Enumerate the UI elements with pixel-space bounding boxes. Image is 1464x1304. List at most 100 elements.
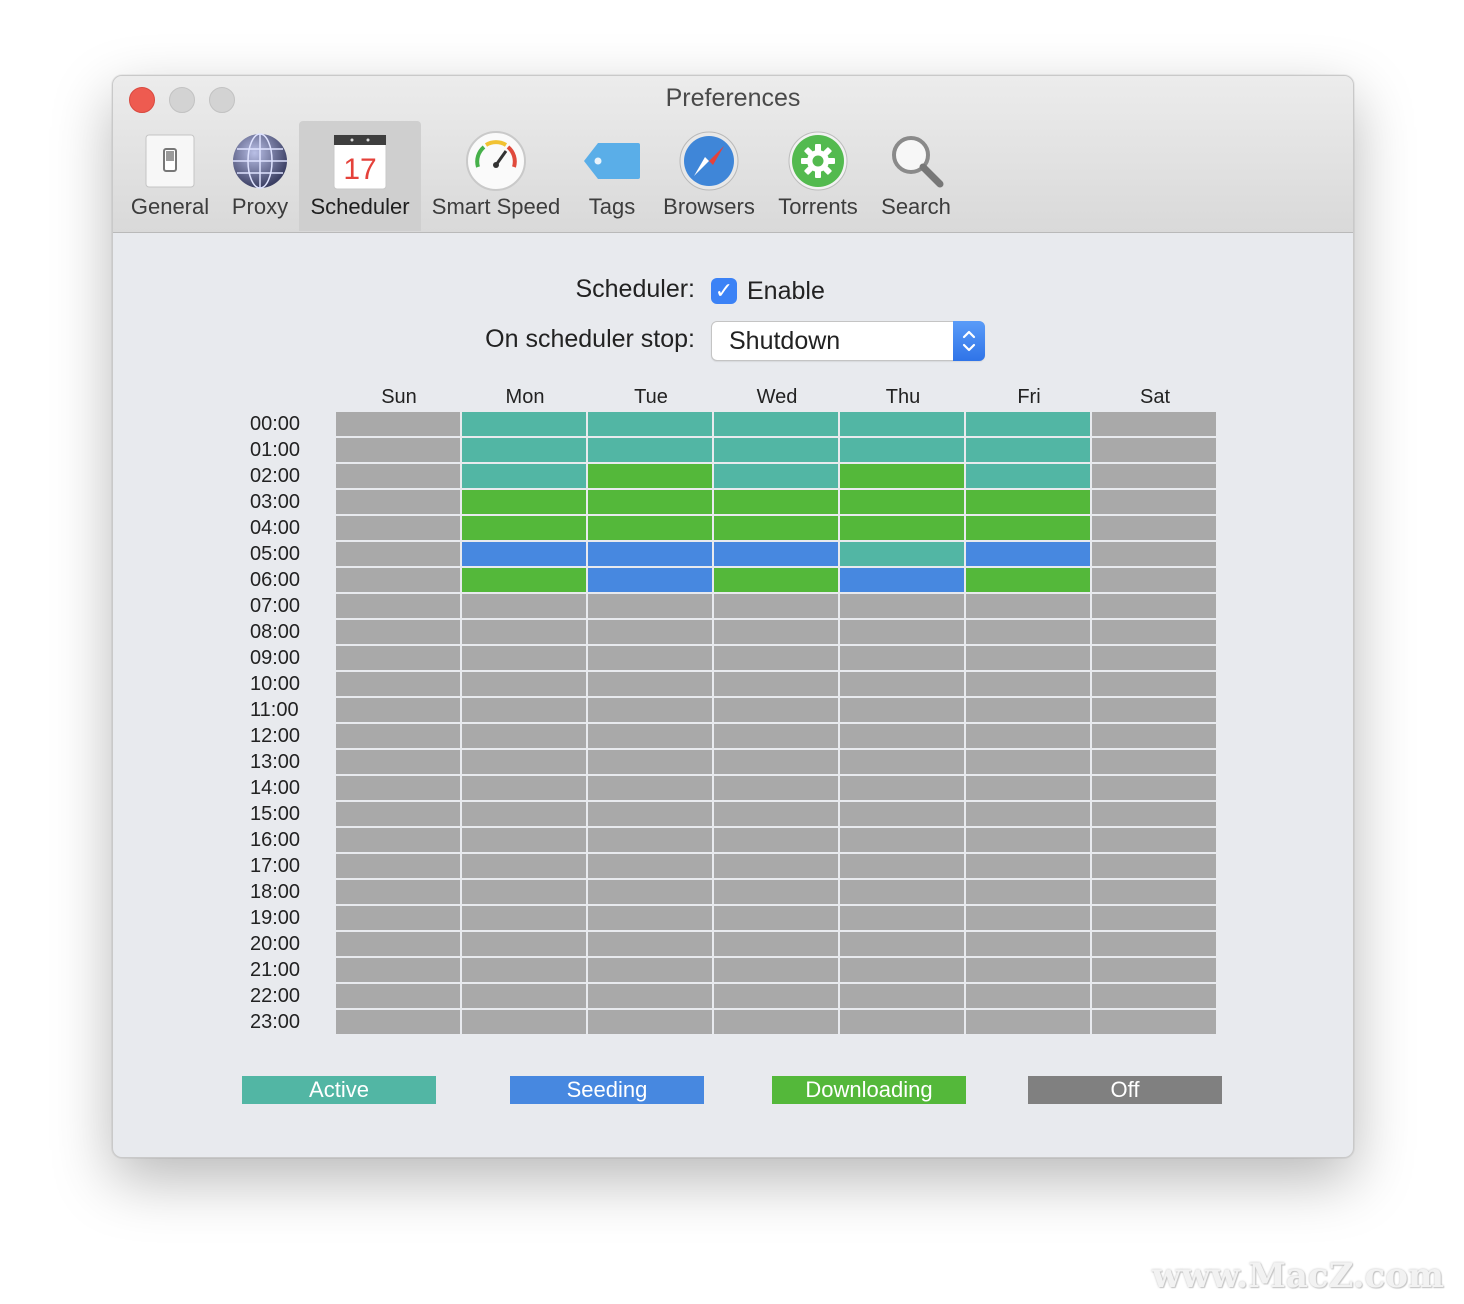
schedule-cell[interactable]: [588, 620, 712, 644]
schedule-cell[interactable]: [714, 490, 838, 514]
schedule-cell[interactable]: [462, 724, 586, 748]
schedule-cell[interactable]: [588, 698, 712, 722]
schedule-cell[interactable]: [966, 776, 1090, 800]
schedule-cell[interactable]: [462, 542, 586, 566]
schedule-cell[interactable]: [1092, 828, 1216, 852]
schedule-cell[interactable]: [714, 932, 838, 956]
schedule-cell[interactable]: [966, 724, 1090, 748]
schedule-cell[interactable]: [966, 620, 1090, 644]
schedule-cell[interactable]: [1092, 750, 1216, 774]
schedule-cell[interactable]: [966, 412, 1090, 436]
enable-checkbox[interactable]: ✓: [711, 278, 737, 304]
schedule-cell[interactable]: [462, 802, 586, 826]
legend-active[interactable]: Active: [242, 1076, 436, 1104]
schedule-cell[interactable]: [1092, 438, 1216, 462]
schedule-cell[interactable]: [840, 906, 964, 930]
schedule-cell[interactable]: [462, 750, 586, 774]
schedule-cell[interactable]: [714, 802, 838, 826]
schedule-cell[interactable]: [336, 750, 460, 774]
schedule-cell[interactable]: [966, 672, 1090, 696]
schedule-cell[interactable]: [714, 464, 838, 488]
schedule-cell[interactable]: [966, 828, 1090, 852]
schedule-cell[interactable]: [588, 542, 712, 566]
schedule-cell[interactable]: [840, 412, 964, 436]
schedule-cell[interactable]: [462, 698, 586, 722]
schedule-cell[interactable]: [840, 464, 964, 488]
tab-general[interactable]: General: [125, 121, 215, 231]
schedule-cell[interactable]: [714, 672, 838, 696]
schedule-cell[interactable]: [336, 542, 460, 566]
schedule-cell[interactable]: [966, 516, 1090, 540]
schedule-cell[interactable]: [1092, 1010, 1216, 1034]
schedule-cell[interactable]: [966, 984, 1090, 1008]
schedule-cell[interactable]: [588, 568, 712, 592]
schedule-cell[interactable]: [336, 464, 460, 488]
schedule-cell[interactable]: [336, 802, 460, 826]
schedule-cell[interactable]: [336, 906, 460, 930]
schedule-cell[interactable]: [714, 698, 838, 722]
schedule-cell[interactable]: [714, 984, 838, 1008]
schedule-cell[interactable]: [1092, 776, 1216, 800]
schedule-cell[interactable]: [714, 620, 838, 644]
schedule-cell[interactable]: [588, 646, 712, 670]
schedule-cell[interactable]: [462, 932, 586, 956]
schedule-cell[interactable]: [336, 568, 460, 592]
schedule-cell[interactable]: [462, 958, 586, 982]
schedule-cell[interactable]: [840, 984, 964, 1008]
schedule-cell[interactable]: [462, 776, 586, 800]
schedule-cell[interactable]: [966, 438, 1090, 462]
schedule-cell[interactable]: [336, 672, 460, 696]
schedule-cell[interactable]: [588, 490, 712, 514]
schedule-cell[interactable]: [966, 490, 1090, 514]
schedule-cell[interactable]: [1092, 516, 1216, 540]
schedule-cell[interactable]: [336, 620, 460, 644]
schedule-cell[interactable]: [1092, 932, 1216, 956]
schedule-cell[interactable]: [714, 880, 838, 904]
schedule-cell[interactable]: [840, 776, 964, 800]
tab-torrents[interactable]: Torrents: [771, 121, 865, 231]
schedule-cell[interactable]: [840, 542, 964, 566]
tab-proxy[interactable]: Proxy: [221, 121, 299, 231]
schedule-cell[interactable]: [840, 854, 964, 878]
schedule-cell[interactable]: [336, 776, 460, 800]
schedule-cell[interactable]: [462, 880, 586, 904]
schedule-cell[interactable]: [336, 646, 460, 670]
schedule-cell[interactable]: [1092, 672, 1216, 696]
schedule-cell[interactable]: [714, 594, 838, 618]
schedule-cell[interactable]: [588, 438, 712, 462]
schedule-cell[interactable]: [336, 880, 460, 904]
schedule-cell[interactable]: [966, 1010, 1090, 1034]
schedule-cell[interactable]: [714, 828, 838, 852]
tab-search[interactable]: Search: [873, 121, 959, 231]
schedule-cell[interactable]: [336, 698, 460, 722]
schedule-cell[interactable]: [462, 594, 586, 618]
schedule-cell[interactable]: [336, 984, 460, 1008]
schedule-cell[interactable]: [462, 1010, 586, 1034]
schedule-cell[interactable]: [336, 828, 460, 852]
tab-tags[interactable]: Tags: [575, 121, 649, 231]
schedule-cell[interactable]: [966, 932, 1090, 956]
schedule-cell[interactable]: [1092, 906, 1216, 930]
schedule-cell[interactable]: [840, 880, 964, 904]
schedule-cell[interactable]: [588, 594, 712, 618]
schedule-cell[interactable]: [966, 906, 1090, 930]
schedule-cell[interactable]: [1092, 958, 1216, 982]
schedule-cell[interactable]: [840, 646, 964, 670]
schedule-cell[interactable]: [588, 750, 712, 774]
schedule-cell[interactable]: [588, 724, 712, 748]
schedule-cell[interactable]: [588, 672, 712, 696]
schedule-cell[interactable]: [462, 906, 586, 930]
schedule-cell[interactable]: [462, 672, 586, 696]
schedule-cell[interactable]: [840, 620, 964, 644]
schedule-cell[interactable]: [840, 594, 964, 618]
legend-downloading[interactable]: Downloading: [772, 1076, 966, 1104]
schedule-cell[interactable]: [714, 568, 838, 592]
schedule-cell[interactable]: [1092, 542, 1216, 566]
schedule-cell[interactable]: [966, 854, 1090, 878]
schedule-cell[interactable]: [714, 1010, 838, 1034]
schedule-cell[interactable]: [1092, 698, 1216, 722]
schedule-cell[interactable]: [840, 698, 964, 722]
schedule-cell[interactable]: [1092, 854, 1216, 878]
schedule-cell[interactable]: [336, 1010, 460, 1034]
schedule-cell[interactable]: [588, 412, 712, 436]
